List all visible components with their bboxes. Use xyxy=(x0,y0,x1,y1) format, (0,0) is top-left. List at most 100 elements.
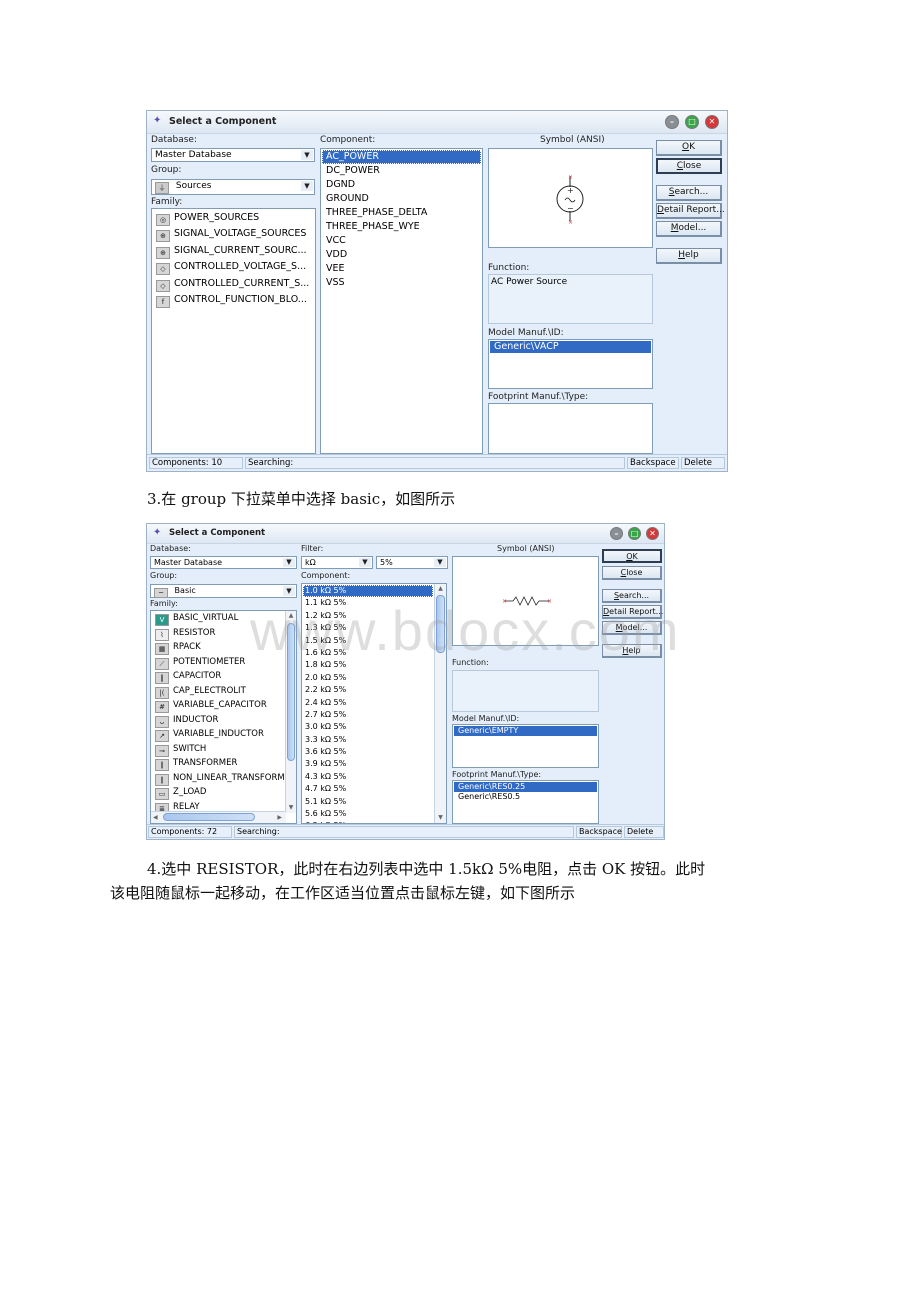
component-item[interactable]: DC_POWER xyxy=(322,164,481,178)
database-select[interactable]: Master Database ▼ xyxy=(151,148,315,162)
component-item[interactable]: 3.0 kΩ 5% xyxy=(303,721,433,733)
database-select[interactable]: Master Database ▼ xyxy=(150,556,297,569)
h-scroll-thumb[interactable] xyxy=(163,813,255,821)
chevron-down-icon[interactable]: ▼ xyxy=(283,558,295,567)
component-item[interactable]: 3.9 kΩ 5% xyxy=(303,758,433,770)
close-button[interactable]: Close xyxy=(656,158,722,174)
maximize-button[interactable]: □ xyxy=(628,527,641,540)
component-item[interactable]: 1.1 kΩ 5% xyxy=(303,597,433,609)
component-item[interactable]: 1.5 kΩ 5% xyxy=(303,635,433,647)
component-item[interactable]: 1.6 kΩ 5% xyxy=(303,647,433,659)
family-item[interactable]: ᴗ INDUCTOR xyxy=(151,713,285,728)
model-list[interactable]: Generic\VACP xyxy=(488,339,653,389)
ok-button[interactable]: OK xyxy=(602,549,662,563)
component-item[interactable]: GROUND xyxy=(322,192,481,206)
filter-unit-select[interactable]: kΩ ▼ xyxy=(301,556,373,569)
model-item[interactable]: Generic\EMPTY xyxy=(454,726,597,736)
family-item[interactable]: ↗ VARIABLE_INDUCTOR xyxy=(151,727,285,742)
model-button[interactable]: Model... xyxy=(602,621,662,635)
chevron-down-icon[interactable]: ▼ xyxy=(283,586,295,596)
family-item[interactable]: ▭ Z_LOAD xyxy=(151,785,285,800)
component-item[interactable]: 4.3 kΩ 5% xyxy=(303,771,433,783)
scroll-down-icon[interactable]: ▼ xyxy=(435,813,446,823)
component-item[interactable]: 2.0 kΩ 5% xyxy=(303,672,433,684)
scroll-right-icon[interactable]: ▶ xyxy=(277,812,282,823)
component-item[interactable]: THREE_PHASE_WYE xyxy=(322,220,481,234)
component-list[interactable]: 1.0 kΩ 5% 1.1 kΩ 5% 1.2 kΩ 5% 1.3 kΩ 5% … xyxy=(301,583,447,824)
ok-button[interactable]: OK xyxy=(656,140,722,156)
family-item[interactable]: f CONTROL_FUNCTION_BLO... xyxy=(152,292,315,308)
model-button[interactable]: Model... xyxy=(656,221,722,237)
model-item[interactable]: Generic\VACP xyxy=(490,341,651,353)
component-item[interactable]: THREE_PHASE_DELTA xyxy=(322,206,481,220)
component-item[interactable]: 1.0 kΩ 5% xyxy=(303,585,433,598)
family-item[interactable]: # VARIABLE_CAPACITOR xyxy=(151,698,285,713)
close-window-button[interactable]: ✕ xyxy=(646,527,659,540)
footprint-list[interactable] xyxy=(488,403,653,454)
family-item[interactable]: ◎ POWER_SOURCES xyxy=(152,210,315,226)
component-item[interactable]: 1.2 kΩ 5% xyxy=(303,610,433,622)
family-item[interactable]: ◇ CONTROLLED_VOLTAGE_S... xyxy=(152,259,315,276)
family-item[interactable]: ▦ RPACK xyxy=(151,640,285,655)
group-select[interactable]: ⏚ Sources ▼ xyxy=(151,179,315,195)
family-list[interactable]: V BASIC_VIRTUAL ⌇ RESISTOR ▦ RPACK ⟋ POTENTI… xyxy=(150,610,297,824)
close-window-button[interactable]: ✕ xyxy=(705,115,719,129)
component-item[interactable]: VDD xyxy=(322,248,481,262)
search-button[interactable]: Search... xyxy=(602,589,662,603)
scroll-thumb[interactable] xyxy=(287,623,295,761)
close-button[interactable]: Close xyxy=(602,566,662,580)
scroll-up-icon[interactable]: ▲ xyxy=(286,611,296,621)
family-item[interactable]: ⌇ RESISTOR xyxy=(151,626,285,641)
chevron-down-icon[interactable]: ▼ xyxy=(434,558,446,567)
minimize-button[interactable]: – xyxy=(665,115,679,129)
component-item[interactable]: 2.7 kΩ 5% xyxy=(303,709,433,721)
search-button[interactable]: Search... xyxy=(656,185,722,201)
footprint-list[interactable]: Generic\RES0.25 Generic\RES0.5 xyxy=(452,780,599,824)
scroll-thumb[interactable] xyxy=(436,595,445,653)
family-item[interactable]: |(CAP_ELECTROLIT xyxy=(151,684,285,699)
scroll-up-icon[interactable]: ▲ xyxy=(435,584,446,594)
chevron-down-icon[interactable]: ▼ xyxy=(301,150,313,160)
component-list[interactable]: AC_POWER DC_POWER DGND GROUND THREE_PHAS… xyxy=(320,148,483,454)
family-item[interactable]: ⟋ POTENTIOMETER xyxy=(151,655,285,670)
footprint-item[interactable]: Generic\RES0.5 xyxy=(454,792,597,802)
family-list[interactable]: ◎ POWER_SOURCES ⊕ SIGNAL_VOLTAGE_SOURCES ⊕… xyxy=(151,208,316,454)
chevron-down-icon[interactable]: ▼ xyxy=(301,181,313,191)
family-item[interactable]: ⊕ SIGNAL_VOLTAGE_SOURCES xyxy=(152,226,315,243)
component-item[interactable]: VCC xyxy=(322,234,481,248)
family-item[interactable]: ∥ NON_LINEAR_TRANSFORM xyxy=(151,771,285,786)
footprint-item[interactable]: Generic\RES0.25 xyxy=(454,782,597,792)
component-item[interactable]: 1.3 kΩ 5% xyxy=(303,622,433,634)
component-item[interactable]: VSS xyxy=(322,276,481,290)
component-item[interactable]: 2.2 kΩ 5% xyxy=(303,684,433,696)
component-item[interactable]: AC_POWER xyxy=(322,150,481,164)
family-item[interactable]: ∥ TRANSFORMER xyxy=(151,756,285,771)
family-item[interactable]: ‖ CAPACITOR xyxy=(151,669,285,684)
family-item[interactable]: ⊸ SWITCH xyxy=(151,742,285,757)
group-select[interactable]: ~ Basic ▼ xyxy=(150,584,297,598)
component-item[interactable]: 3.3 kΩ 5% xyxy=(303,734,433,746)
family-item[interactable]: V BASIC_VIRTUAL xyxy=(151,611,285,626)
component-item[interactable]: DGND xyxy=(322,178,481,192)
component-item[interactable]: VEE xyxy=(322,262,481,276)
help-button[interactable]: Help xyxy=(656,248,722,264)
component-item[interactable]: 5.1 kΩ 5% xyxy=(303,796,433,808)
minimize-button[interactable]: – xyxy=(610,527,623,540)
title-bar[interactable]: ✦ Select a Component – □ ✕ xyxy=(147,524,664,544)
scroll-down-icon[interactable]: ▼ xyxy=(286,803,296,813)
scroll-left-icon[interactable]: ◀ xyxy=(153,812,158,823)
component-item[interactable]: 4.7 kΩ 5% xyxy=(303,783,433,795)
component-item[interactable]: 3.6 kΩ 5% xyxy=(303,746,433,758)
detail-report-button[interactable]: Detail Report... xyxy=(656,203,725,219)
family-item[interactable]: ◇ CONTROLLED_CURRENT_S... xyxy=(152,276,315,292)
component-item[interactable]: 1.8 kΩ 5% xyxy=(303,659,433,671)
title-bar[interactable]: ✦ Select a Component – □ ✕ xyxy=(147,111,727,134)
help-button[interactable]: Help xyxy=(602,644,662,658)
component-vertical-scrollbar[interactable]: ▲ ▼ xyxy=(434,584,446,823)
component-item[interactable]: 2.4 kΩ 5% xyxy=(303,697,433,709)
maximize-button[interactable]: □ xyxy=(685,115,699,129)
family-vertical-scrollbar[interactable]: ▲ ▼ xyxy=(285,611,296,813)
detail-report-button[interactable]: Detail Report... xyxy=(602,605,663,619)
family-item[interactable]: ⊕ SIGNAL_CURRENT_SOURC... xyxy=(152,243,315,259)
chevron-down-icon[interactable]: ▼ xyxy=(359,558,371,567)
